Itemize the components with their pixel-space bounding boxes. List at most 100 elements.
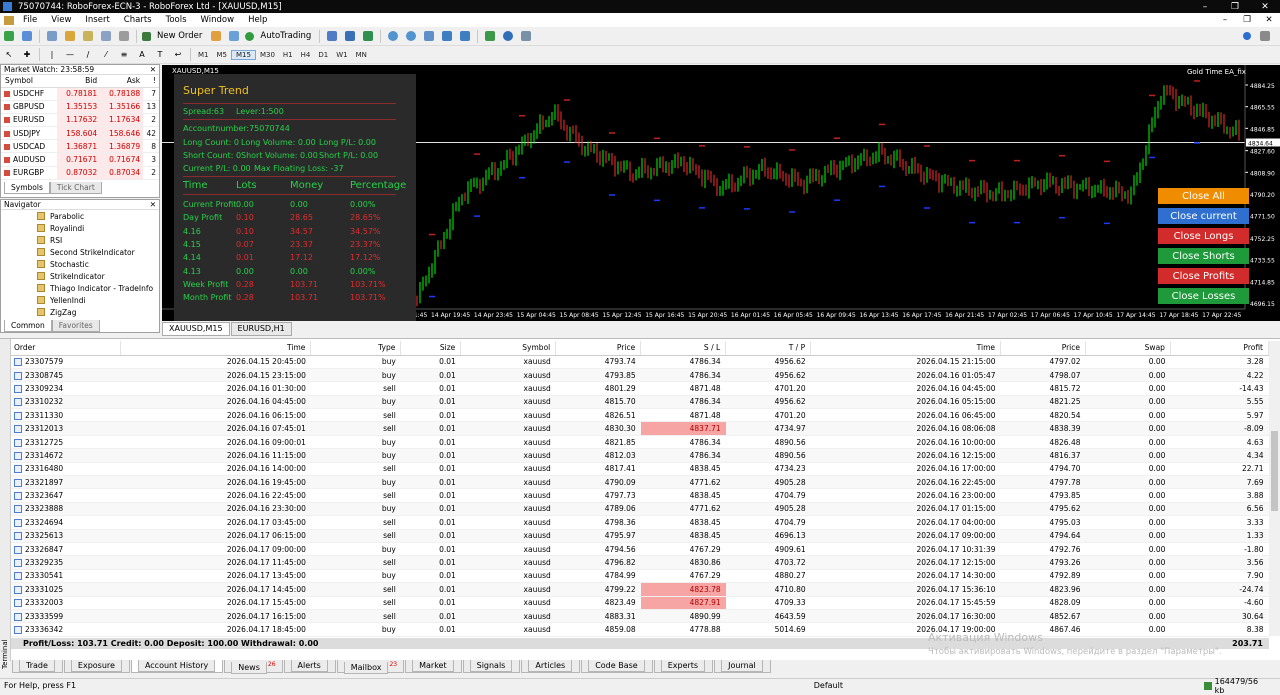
equidistant-channel-icon[interactable]: ⁄ (99, 48, 113, 62)
tab-symbols[interactable]: Symbols (4, 182, 50, 194)
mw-col-ask[interactable]: Ask (100, 75, 144, 88)
navigator-item[interactable]: RSI (1, 234, 159, 246)
profiles-icon[interactable] (20, 29, 34, 43)
search-icon[interactable] (1240, 29, 1254, 43)
tf-m5[interactable]: M5 (213, 51, 232, 59)
terminal-tab-alerts[interactable]: Alerts (283, 660, 336, 673)
child-close-icon[interactable]: ✕ (1258, 15, 1280, 25)
close-profits-button[interactable]: Close Profits (1158, 268, 1249, 284)
terminal-tab-market[interactable]: Market (405, 660, 462, 673)
navigator-item[interactable]: StrikeIndicator (1, 270, 159, 282)
history-row[interactable]: 23325613 2026.04.17 06:15:00 sell 0.01 xauus… (11, 529, 1269, 543)
line-chart-icon[interactable] (361, 29, 375, 43)
mw-col-bid[interactable]: Bid (57, 75, 101, 88)
vertical-line-icon[interactable]: | (45, 48, 59, 62)
tab-xauusd-m15[interactable]: XAUUSD,M15 (162, 322, 230, 336)
history-row[interactable]: 23329235 2026.04.17 11:45:00 sell 0.01 xauus… (11, 555, 1269, 570)
history-row[interactable]: 23312013 2026.04.16 07:45:01 sell 0.01 xauus… (11, 421, 1269, 436)
history-row[interactable]: 23307579 2026.04.15 20:45:00 buy 0.01 xauusd… (11, 355, 1269, 369)
close-shorts-button[interactable]: Close Shorts (1158, 248, 1249, 264)
history-row[interactable]: 23311330 2026.04.16 06:15:00 sell 0.01 xauus… (11, 408, 1269, 423)
cursor-icon[interactable]: ↖ (2, 48, 16, 62)
history-row[interactable]: 23316480 2026.04.16 14:00:00 sell 0.01 xauus… (11, 462, 1269, 477)
horizontal-line-icon[interactable]: — (63, 48, 77, 62)
navigator-close-icon[interactable]: ✕ (150, 200, 156, 209)
market-watch-row[interactable]: AUDUSD 0.71671 0.71674 3 (1, 152, 159, 167)
data-window-icon[interactable] (63, 29, 77, 43)
market-watch-close-icon[interactable]: ✕ (150, 65, 156, 74)
navigator-item[interactable]: Thiago Indicator - TradeInfo (1, 282, 159, 294)
trendline-icon[interactable]: ∕ (81, 48, 95, 62)
menu-tools[interactable]: Tools (159, 15, 194, 25)
crosshair-icon[interactable]: ✚ (20, 48, 34, 62)
history-row[interactable]: 23323647 2026.04.16 22:45:00 sell 0.01 xauus… (11, 488, 1269, 503)
history-row[interactable]: 23309234 2026.04.16 01:30:00 sell 0.01 xauus… (11, 381, 1269, 396)
tf-m1[interactable]: M1 (194, 51, 213, 59)
meta-editor-icon[interactable] (209, 29, 223, 43)
tf-h4[interactable]: H4 (297, 51, 315, 59)
close-longs-button[interactable]: Close Longs (1158, 228, 1249, 244)
strategy-tester-icon[interactable] (117, 29, 131, 43)
market-watch-icon[interactable] (45, 29, 59, 43)
menu-view[interactable]: View (44, 15, 78, 25)
terminal-tab-mailbox[interactable]: Mailbox 23 (336, 660, 405, 674)
new-chart-icon[interactable] (2, 29, 16, 43)
tf-m30[interactable]: M30 (256, 51, 279, 59)
terminal-tab-code-base[interactable]: Code Base (581, 660, 653, 673)
vps-icon[interactable] (227, 29, 241, 43)
market-watch-row[interactable]: GBPUSD 1.35153 1.35166 13 (1, 100, 159, 114)
col-swap[interactable]: Swap (1085, 341, 1171, 356)
bar-chart-icon[interactable] (325, 29, 339, 43)
navigator-item[interactable]: Second StrikeIndicator (1, 246, 159, 258)
terminal-tab-journal[interactable]: Journal (714, 660, 771, 673)
col-sl[interactable]: S / L (640, 341, 727, 356)
new-order-button[interactable]: New Order (142, 29, 205, 43)
candlestick-icon[interactable] (343, 29, 357, 43)
tab-common[interactable]: Common (4, 320, 52, 332)
terminal-tab-news[interactable]: News 26 (224, 660, 283, 674)
col-size[interactable]: Size (400, 341, 462, 356)
history-row[interactable]: 23314672 2026.04.16 11:15:00 buy 0.01 xauusd… (11, 448, 1269, 463)
market-watch-row[interactable]: USDCAD 1.36871 1.36879 8 (1, 139, 159, 154)
label-icon[interactable]: T (153, 48, 167, 62)
terminal-tab-experts[interactable]: Experts (653, 660, 714, 673)
col-close-time[interactable]: Time (810, 341, 1002, 356)
close-current-button[interactable]: Close current (1158, 208, 1249, 224)
market-watch-row[interactable]: EURGBP 0.87032 0.87034 2 (1, 166, 159, 180)
autotrading-button[interactable]: AutoTrading (245, 29, 314, 43)
zoom-out-icon[interactable] (404, 29, 418, 43)
history-row[interactable]: 23332003 2026.04.17 15:45:00 sell 0.01 xauus… (11, 596, 1269, 610)
close-all-button[interactable]: Close All (1158, 188, 1249, 204)
chart-shift-icon[interactable] (458, 29, 472, 43)
history-row[interactable]: 23321897 2026.04.16 19:45:00 buy 0.01 xauusd… (11, 475, 1269, 490)
tab-favorites[interactable]: Favorites (51, 320, 100, 332)
history-row[interactable]: 23324694 2026.04.17 03:45:00 sell 0.01 xauus… (11, 515, 1269, 530)
scrollbar-thumb[interactable] (1271, 431, 1278, 511)
tab-eurusd-h1[interactable]: EURUSD,H1 (230, 322, 292, 336)
navigator-item[interactable]: ZigZag (1, 306, 159, 318)
col-time[interactable]: Time (120, 341, 312, 356)
history-row[interactable]: 23312725 2026.04.16 09:00:01 buy 0.01 xauusd… (11, 435, 1269, 450)
chart-menu-icon[interactable] (4, 15, 14, 25)
market-watch-row[interactable]: USDCHF 0.78181 0.78188 7 (1, 87, 159, 101)
menu-window[interactable]: Window (194, 15, 242, 25)
tf-h1[interactable]: H1 (279, 51, 297, 59)
auto-scroll-icon[interactable] (440, 29, 454, 43)
close-icon[interactable]: ✕ (1250, 2, 1280, 12)
terminal-tab-account-history[interactable]: Account History (130, 660, 224, 673)
menu-charts[interactable]: Charts (117, 15, 159, 25)
maximize-icon[interactable]: ❐ (1220, 2, 1250, 12)
navigator-item[interactable]: Parabolic (1, 210, 159, 222)
market-watch-row[interactable]: EURUSD 1.17632 1.17634 2 (1, 113, 159, 128)
terminal-icon[interactable] (99, 29, 113, 43)
navigator-item[interactable]: YellenIndi (1, 294, 159, 306)
text-icon[interactable]: A (135, 48, 149, 62)
menu-help[interactable]: Help (241, 15, 274, 25)
history-row[interactable]: 23333599 2026.04.17 16:15:00 sell 0.01 xauus… (11, 609, 1269, 624)
col-price[interactable]: Price (555, 341, 642, 356)
templates-icon[interactable] (519, 29, 533, 43)
menu-file[interactable]: File (16, 15, 44, 25)
col-type[interactable]: Type (310, 341, 402, 356)
menu-insert[interactable]: Insert (78, 15, 116, 25)
indicators-icon[interactable] (483, 29, 497, 43)
